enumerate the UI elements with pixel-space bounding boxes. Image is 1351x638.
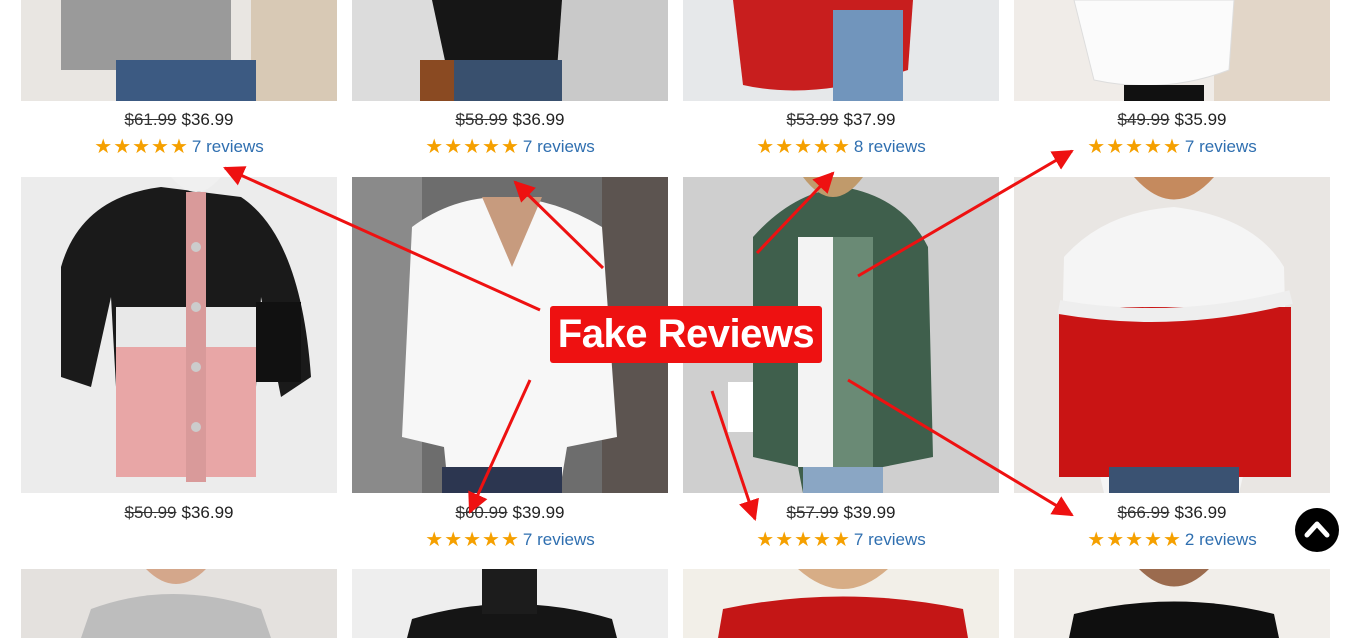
scroll-to-top-button[interactable] — [1295, 508, 1339, 552]
arrow — [710, 390, 759, 521]
arrow — [857, 149, 1074, 278]
arrow — [468, 379, 532, 514]
arrow — [223, 166, 541, 312]
fake-reviews-label: Fake Reviews — [550, 306, 822, 363]
arrow — [847, 378, 1074, 517]
arrow — [513, 180, 605, 270]
arrow — [755, 171, 835, 255]
chevron-up-icon — [1304, 521, 1330, 538]
